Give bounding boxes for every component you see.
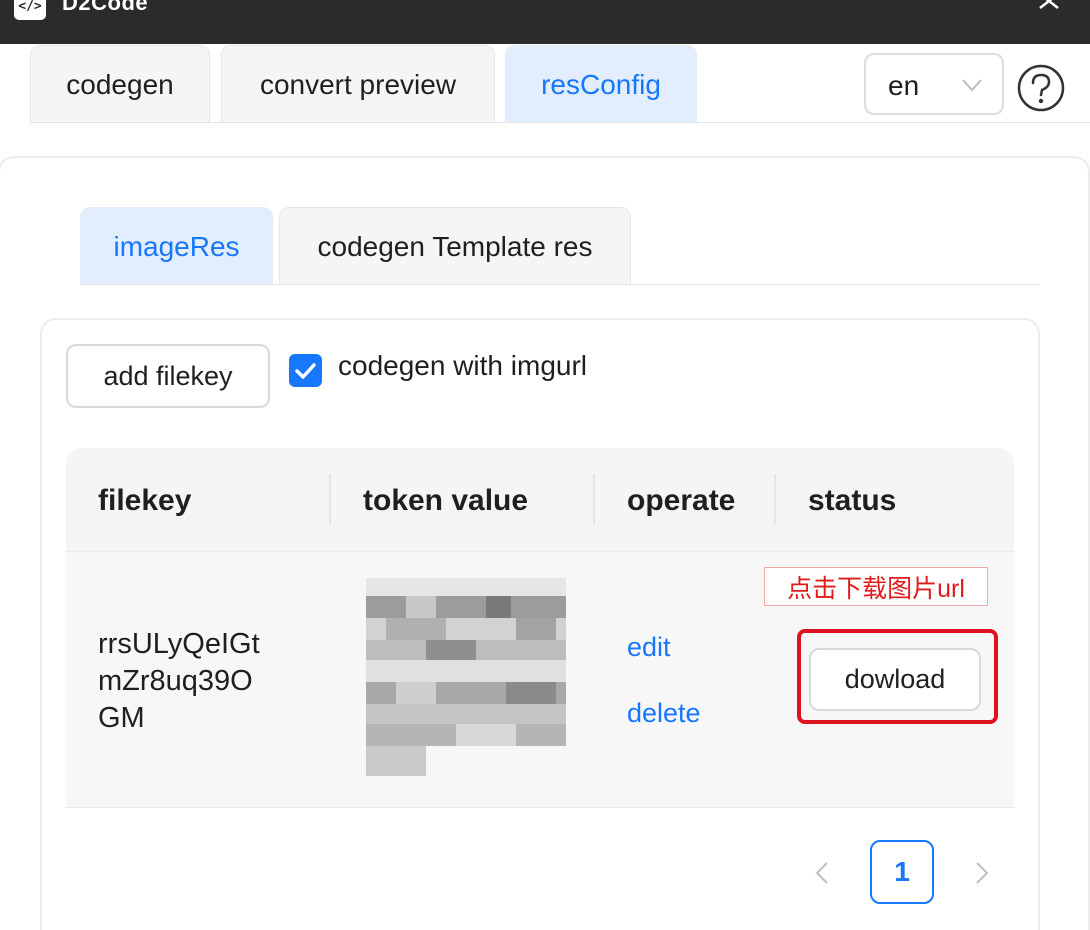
title-bar: </> D2Code bbox=[0, 0, 1090, 44]
filekey-cell: rrsULyQeIGt mZr8uq39O GM bbox=[98, 626, 298, 737]
token-value-blurred bbox=[366, 578, 566, 776]
download-button[interactable]: dowload bbox=[809, 648, 981, 711]
column-divider bbox=[593, 474, 595, 524]
delete-link[interactable]: delete bbox=[627, 698, 701, 729]
column-header-operate: operate bbox=[627, 484, 736, 517]
checkmark-icon bbox=[295, 363, 316, 379]
edit-link[interactable]: edit bbox=[627, 632, 671, 663]
chevron-left-icon[interactable] bbox=[810, 860, 834, 886]
tab-codegen-template-res[interactable]: codegen Template res bbox=[279, 207, 631, 285]
column-header-filekey: filekey bbox=[98, 484, 192, 517]
close-icon[interactable] bbox=[1034, 0, 1064, 18]
app-title: D2Code bbox=[62, 0, 149, 15]
codegen-imgurl-checkbox[interactable] bbox=[289, 354, 322, 387]
tab-convert-preview[interactable]: convert preview bbox=[221, 45, 495, 123]
tab-imageres[interactable]: imageRes bbox=[80, 207, 273, 285]
download-annotation: 点击下载图片url bbox=[764, 567, 988, 606]
chevron-down-icon bbox=[962, 79, 982, 92]
tabs-divider bbox=[30, 122, 1090, 123]
page-number-button[interactable]: 1 bbox=[870, 840, 934, 904]
filekey-line: mZr8uq39O bbox=[98, 665, 253, 697]
tab-codegen[interactable]: codegen bbox=[30, 45, 210, 123]
chevron-right-icon[interactable] bbox=[970, 860, 994, 886]
column-divider bbox=[329, 474, 331, 524]
add-filekey-button[interactable]: add filekey bbox=[66, 344, 270, 408]
question-circle-icon[interactable] bbox=[1016, 63, 1066, 113]
filekey-line: rrsULyQeIGt bbox=[98, 628, 260, 660]
column-divider bbox=[774, 474, 776, 524]
tab-resconfig[interactable]: resConfig bbox=[505, 45, 697, 123]
filekey-line: GM bbox=[98, 702, 145, 734]
column-header-token-value: token value bbox=[363, 484, 529, 517]
checkbox-label: codegen with imgurl bbox=[338, 350, 588, 381]
column-header-status: status bbox=[808, 484, 897, 517]
language-value: en bbox=[888, 70, 920, 101]
inner-tabs-divider bbox=[80, 284, 1040, 285]
app-code-icon: </> bbox=[14, 0, 46, 20]
language-select[interactable]: en bbox=[864, 53, 1004, 115]
